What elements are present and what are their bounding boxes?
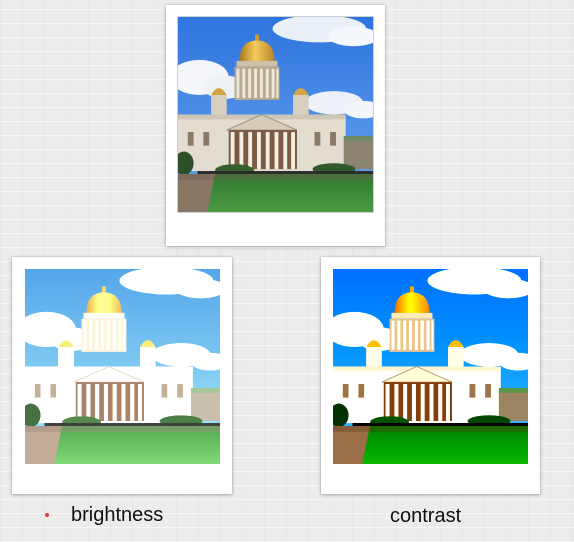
cathedral-photo-brightness <box>24 268 221 465</box>
cathedral-image <box>333 269 528 464</box>
caption-contrast: contrast <box>390 505 462 527</box>
bullet-marker <box>45 513 49 517</box>
caption-brightness: brightness <box>71 504 164 526</box>
cathedral-image <box>178 17 373 212</box>
cathedral-photo-contrast <box>332 268 529 465</box>
cathedral-image <box>25 269 220 464</box>
photo-card-brightness[interactable] <box>12 257 232 494</box>
photo-card-contrast[interactable] <box>321 257 540 494</box>
photo-card-original[interactable] <box>166 5 385 246</box>
cathedral-photo-original <box>177 16 374 213</box>
